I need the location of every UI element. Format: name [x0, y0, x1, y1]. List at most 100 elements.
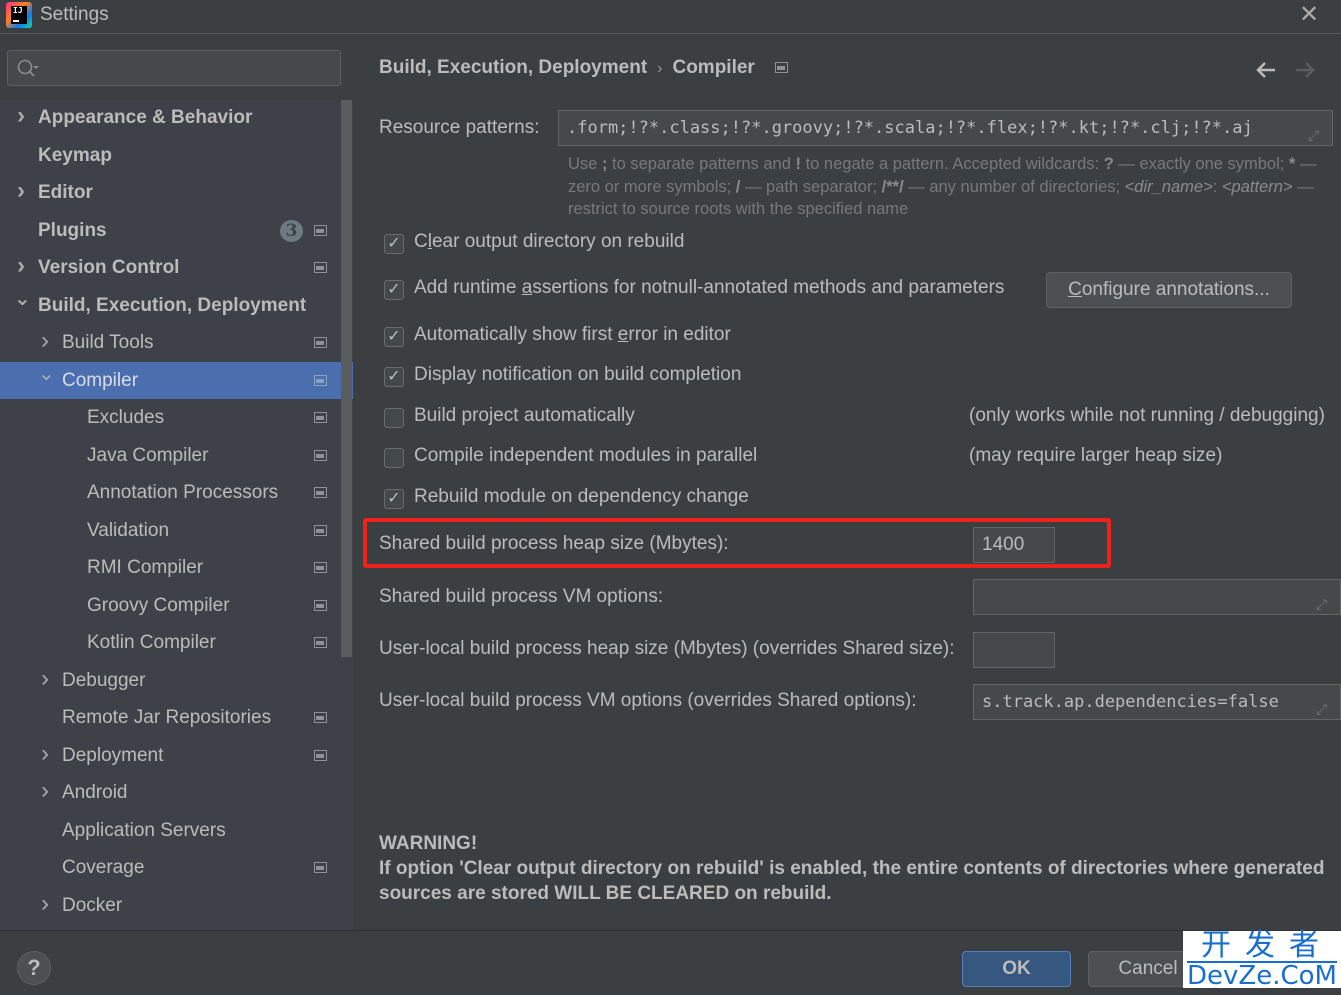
checkbox-unchecked[interactable] — [384, 448, 404, 468]
project-level-icon — [314, 487, 327, 498]
sidebar-item-label: Java Compiler — [87, 444, 209, 466]
sidebar-item-rmi-compiler[interactable]: RMI Compiler — [0, 549, 340, 587]
resource-patterns-input[interactable]: .form;!?*.class;!?*.groovy;!?*.scala;!?*… — [558, 110, 1333, 146]
sidebar-item-plugins[interactable]: Plugins 3 — [0, 212, 340, 250]
sidebar-scrollbar[interactable] — [341, 100, 352, 657]
resource-patterns-label: Resource patterns: — [379, 117, 540, 138]
configure-annotations-button[interactable]: Configure annotations... — [1046, 272, 1292, 308]
help-button[interactable]: ? — [17, 951, 51, 985]
sidebar-item-label: Annotation Processors — [87, 482, 279, 503]
shared-vm-options-label: Shared build process VM options: — [379, 586, 664, 607]
warning-message: WARNING! If option 'Clear output directo… — [379, 831, 1339, 906]
window-title: Settings — [40, 4, 109, 25]
chevron-right-icon[interactable]: › — [38, 735, 52, 772]
option-label: Clear output directory on rebuild — [414, 231, 685, 252]
project-level-icon — [314, 224, 327, 236]
sidebar-item-build-execution-deployment[interactable]: ⌄ Build, Execution, Deployment — [0, 287, 340, 325]
sidebar-item-annotation-processors[interactable]: Annotation Processors — [0, 474, 340, 512]
sidebar-item-excludes[interactable]: Excludes — [0, 399, 340, 437]
sidebar-item-remote-jar-repositories[interactable]: Remote Jar Repositories — [0, 699, 340, 737]
search-input[interactable] — [48, 55, 328, 81]
expand-icon[interactable]: ⤢ — [1316, 693, 1334, 718]
chevron-right-icon[interactable]: › — [14, 247, 28, 284]
project-level-icon — [314, 337, 327, 348]
project-level-icon — [314, 524, 327, 536]
back-arrow-icon[interactable] — [1255, 60, 1277, 80]
user-vm-options-label: User-local build process VM options (ove… — [379, 690, 917, 711]
ok-button[interactable]: OK — [962, 951, 1071, 987]
user-heap-label: User-local build process heap size (Mbyt… — [379, 638, 955, 659]
resource-patterns-hint: Use ; to separate patterns and ! to nega… — [568, 155, 1317, 218]
shared-heap-input[interactable]: 1400 — [973, 527, 1055, 563]
chevron-right-icon[interactable]: › — [14, 97, 28, 134]
option-note: (may require larger heap size) — [969, 445, 1223, 466]
sidebar-item-java-compiler[interactable]: Java Compiler — [0, 437, 340, 475]
project-level-icon — [314, 712, 327, 723]
project-level-icon — [774, 62, 788, 74]
sidebar-item-coverage[interactable]: Coverage — [0, 849, 340, 887]
sidebar-item-android[interactable]: › Android — [0, 774, 340, 812]
sidebar-item-editor[interactable]: › Editor — [0, 174, 340, 212]
project-level-icon — [314, 562, 327, 573]
sidebar-item-compiler[interactable]: ⌄ Compiler — [0, 361, 353, 399]
sidebar-item-keymap[interactable]: Keymap — [0, 137, 340, 175]
sidebar-item-label: Version Control — [38, 257, 180, 278]
option-label: Compile independent modules in parallel — [414, 445, 758, 466]
warning-body: If option 'Clear output directory on reb… — [379, 858, 1325, 904]
settings-tree: › Appearance & Behavior Keymap › Editor Plugi… — [0, 99, 353, 925]
checkbox-unchecked[interactable] — [384, 408, 404, 428]
chevron-right-icon[interactable]: › — [38, 772, 52, 809]
option-label: Automatically show first error in editor — [414, 324, 731, 345]
chevron-down-icon[interactable]: ⌄ — [14, 281, 31, 318]
chevron-right-icon[interactable]: › — [14, 172, 28, 209]
sidebar-item-label: Application Servers — [62, 819, 226, 841]
breadcrumb-parent[interactable]: Build, Execution, Deployment — [379, 57, 647, 78]
sidebar-item-label: Remote Jar Repositories — [62, 707, 272, 728]
chevron-right-icon[interactable]: › — [38, 322, 52, 359]
sidebar-item-appearance-behavior[interactable]: › Appearance & Behavior — [0, 99, 340, 137]
close-icon[interactable]: ✕ — [1297, 3, 1321, 28]
sidebar-item-label: Coverage — [62, 857, 145, 878]
sidebar-item-label: Kotlin Compiler — [87, 632, 216, 653]
checkbox-checked[interactable]: ✓ — [384, 280, 404, 300]
resource-patterns-value: .form;!?*.class;!?*.groovy;!?*.scala;!?*… — [567, 118, 1253, 138]
user-heap-input[interactable] — [973, 632, 1055, 668]
chevron-right-icon[interactable]: › — [38, 885, 52, 922]
checkbox-checked[interactable]: ✓ — [384, 327, 404, 347]
sidebar-item-deployment[interactable]: › Deployment — [0, 737, 340, 775]
sidebar-item-label: Validation — [87, 519, 170, 541]
forward-arrow-icon[interactable] — [1294, 60, 1316, 80]
breadcrumb-separator: › — [657, 60, 663, 77]
project-level-icon — [314, 262, 327, 273]
sidebar-item-label: Build, Execution, Deployment — [38, 294, 307, 316]
settings-search[interactable] — [7, 50, 341, 86]
sidebar-item-application-servers[interactable]: Application Servers — [0, 812, 340, 850]
option-label: Build project automatically — [414, 405, 635, 426]
user-vm-options-input[interactable]: s.track.ap.dependencies=false ⤢ — [973, 684, 1341, 720]
sidebar-item-debugger[interactable]: › Debugger — [0, 662, 340, 700]
chevron-down-icon[interactable]: ⌄ — [38, 356, 55, 393]
sidebar-item-label: Appearance & Behavior — [38, 107, 253, 128]
sidebar-item-kotlin-compiler[interactable]: Kotlin Compiler — [0, 624, 340, 662]
project-level-icon — [314, 637, 327, 648]
expand-icon[interactable]: ⤢ — [1308, 119, 1326, 144]
sidebar-item-groovy-compiler[interactable]: Groovy Compiler — [0, 587, 340, 625]
checkbox-checked[interactable]: ✓ — [384, 234, 404, 254]
project-level-icon — [314, 412, 327, 423]
sidebar-item-validation[interactable]: Validation — [0, 512, 340, 550]
project-level-icon — [314, 374, 327, 386]
sidebar-item-label: Keymap — [38, 144, 112, 166]
update-count-badge: 3 — [280, 219, 303, 242]
project-level-icon — [314, 449, 327, 461]
intellij-logo-icon: IJ — [6, 2, 32, 28]
sidebar-item-version-control[interactable]: › Version Control — [0, 249, 340, 287]
expand-icon[interactable]: ⤢ — [1316, 588, 1334, 613]
project-level-icon — [314, 862, 327, 873]
option-note: (only works while not running / debuggin… — [969, 405, 1325, 426]
sidebar-item-docker[interactable]: › Docker — [0, 887, 340, 925]
shared-vm-options-input[interactable]: ⤢ — [973, 579, 1341, 615]
checkbox-checked[interactable]: ✓ — [384, 489, 404, 509]
sidebar-item-label: Excludes — [87, 407, 165, 428]
chevron-right-icon[interactable]: › — [38, 660, 52, 697]
checkbox-checked[interactable]: ✓ — [384, 367, 404, 387]
